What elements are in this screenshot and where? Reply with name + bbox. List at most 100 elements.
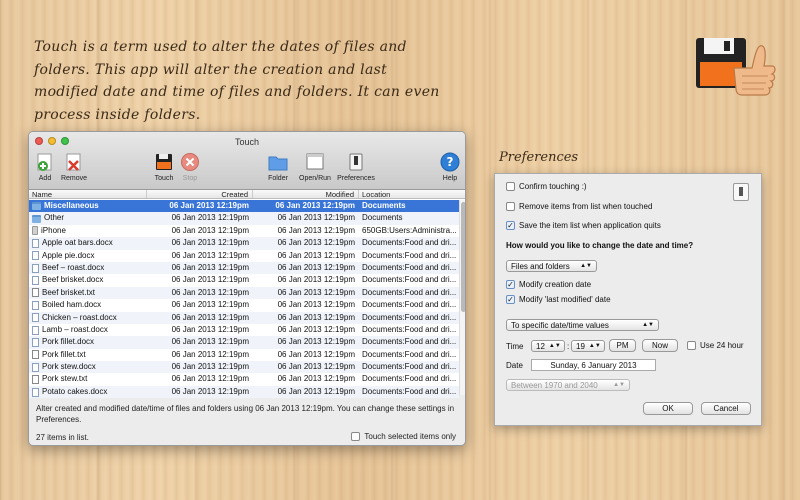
open-run-button[interactable]: Open/Run [295, 152, 335, 182]
cell-created: 06 Jan 2013 12:19pm [171, 250, 249, 260]
use-24-hour-checkbox[interactable]: Use 24 hour [687, 341, 744, 350]
cell-created: 06 Jan 2013 12:19pm [171, 362, 249, 372]
checkbox-box[interactable] [351, 432, 361, 441]
cell-location: Documents:Food and dri... [362, 300, 457, 310]
cell-name: Apple oat bars.docx [29, 237, 147, 249]
window-toolbar: Touch Add Remove Touch Stop Folder Open/… [29, 132, 465, 190]
remove-icon [64, 152, 84, 172]
table-row[interactable]: Pork stew.docx 06 Jan 2013 12:19pm 06 Jan … [29, 361, 459, 374]
table-row[interactable]: Pork fillet.txt 06 Jan 2013 12:19pm 06 Jan… [29, 349, 459, 361]
cell-location: Documents:Food and dri... [362, 386, 457, 396]
table-row[interactable]: Apple pie.docx 06 Jan 2013 12:19pm 06 Jan … [29, 250, 459, 262]
table-row[interactable]: Chicken – roast.docx 06 Jan 2013 12:19pm 0… [29, 311, 459, 324]
column-created[interactable]: Created [147, 190, 253, 199]
checkbox-box[interactable]: ✓ [506, 280, 515, 289]
cell-modified: 06 Jan 2013 12:19pm [277, 324, 355, 334]
column-modified[interactable]: Modified [253, 190, 359, 199]
table-row[interactable]: Beef brisket.docx 06 Jan 2013 12:19pm 06 J… [29, 274, 459, 286]
preferences-button[interactable]: Preferences [334, 152, 378, 182]
table-row[interactable]: Other 06 Jan 2013 12:19pm 06 Jan 2013 12:1… [29, 212, 459, 225]
table-row[interactable]: Potato cakes.docx 06 Jan 2013 12:19pm 06 J… [29, 385, 459, 399]
cell-location: Documents [362, 201, 406, 210]
preferences-heading: Preferences [499, 150, 579, 165]
date-field[interactable]: Sunday, 6 January 2013 [531, 359, 656, 371]
cell-created: 06 Jan 2013 12:19pm [171, 300, 249, 310]
confirm-touching-checkbox[interactable]: Confirm touching :) [506, 182, 587, 191]
cell-location: Documents:Food and dri... [362, 275, 457, 285]
target-popup[interactable]: Files and folders ▲▼ [506, 260, 597, 272]
minute-popup[interactable]: 19 ▲▼ [571, 340, 605, 352]
cell-name: Pork stew.docx [29, 361, 147, 373]
popup-arrows-icon: ▲▼ [548, 343, 561, 349]
table-row[interactable]: Lamb – roast.docx 06 Jan 2013 12:19pm 06 J… [29, 324, 459, 336]
folder-icon [268, 152, 288, 172]
ok-button[interactable]: OK [643, 402, 693, 415]
save-list-checkbox[interactable]: ✓ Save the item list when application qu… [506, 221, 661, 230]
range-popup[interactable]: Between 1970 and 2040 ▲▼ [506, 379, 630, 391]
cell-name: Miscellaneous [29, 200, 147, 212]
folder-icon [32, 202, 41, 211]
switch-icon [733, 183, 749, 201]
doc-icon [32, 276, 39, 286]
modify-modified-checkbox[interactable]: ✓ Modify 'last modified' date [506, 295, 611, 304]
table-row[interactable]: Boiled ham.docx 06 Jan 2013 12:19pm 06 Jan… [29, 299, 459, 311]
app-logo-icon [694, 34, 776, 104]
doc-icon [32, 263, 39, 273]
cell-created: 06 Jan 2013 12:19pm [169, 201, 249, 210]
doc-icon [32, 238, 39, 248]
ampm-button[interactable]: PM [609, 339, 636, 352]
list-header: Name Created Modified Location [29, 190, 465, 199]
cell-location: Documents [362, 213, 403, 223]
table-row[interactable]: Beef brisket.txt 06 Jan 2013 12:19pm 06 Ja… [29, 286, 459, 300]
now-button[interactable]: Now [642, 339, 678, 352]
stop-button[interactable]: Stop [172, 152, 208, 182]
modify-creation-checkbox[interactable]: ✓ Modify creation date [506, 280, 591, 289]
cell-modified: 06 Jan 2013 12:19pm [277, 225, 355, 235]
column-name[interactable]: Name [29, 190, 147, 199]
cell-name: Pork fillet.docx [29, 336, 147, 348]
time-separator: : [567, 342, 570, 351]
add-icon [35, 152, 55, 172]
list-scrollbar[interactable] [459, 200, 465, 395]
cancel-button[interactable]: Cancel [701, 402, 751, 415]
cell-created: 06 Jan 2013 12:19pm [171, 262, 249, 272]
popup-arrows-icon: ▲▼ [613, 382, 625, 388]
cell-name: Boiled ham.docx [29, 299, 147, 311]
file-list[interactable]: Name Created Modified Location Miscellan… [29, 190, 465, 399]
hour-popup[interactable]: 12 ▲▼ [531, 340, 565, 352]
touch-selected-only-checkbox[interactable]: Touch selected items only [351, 432, 456, 441]
doc-icon [32, 300, 39, 310]
checkbox-box[interactable] [506, 182, 515, 191]
cell-location: Documents:Food and dri... [362, 337, 457, 347]
cell-modified: 06 Jan 2013 12:19pm [277, 337, 355, 347]
checkbox-box[interactable]: ✓ [506, 295, 515, 304]
checkbox-box[interactable]: ✓ [506, 221, 515, 230]
checkbox-box[interactable] [687, 341, 696, 350]
table-row[interactable]: Pork fillet.docx 06 Jan 2013 12:19pm 06 Ja… [29, 336, 459, 349]
remove-items-checkbox[interactable]: Remove items from list when touched [506, 202, 652, 211]
doc-icon [32, 387, 39, 397]
promo-text: Touch is a term used to alter the dates … [34, 39, 440, 123]
checkbox-box[interactable] [506, 202, 515, 211]
mode-popup[interactable]: To specific date/time values ▲▼ [506, 319, 659, 331]
cell-location: Documents:Food and dri... [362, 312, 457, 322]
doc-icon [32, 251, 39, 261]
table-row[interactable]: Miscellaneous 06 Jan 2013 12:19pm 06 Jan 2… [29, 200, 459, 213]
table-row[interactable]: Pork stew.txt 06 Jan 2013 12:19pm 06 Jan 2… [29, 373, 459, 385]
table-row[interactable]: Apple oat bars.docx 06 Jan 2013 12:19pm 06… [29, 237, 459, 250]
svg-text:?: ? [447, 155, 454, 169]
table-row[interactable]: Beef – roast.docx 06 Jan 2013 12:19pm 06 J… [29, 261, 459, 275]
help-button[interactable]: ? Help [432, 152, 465, 182]
column-location[interactable]: Location [359, 190, 465, 199]
cell-modified: 06 Jan 2013 12:19pm [277, 287, 355, 297]
remove-button[interactable]: Remove [56, 152, 92, 182]
scroll-thumb[interactable] [461, 202, 465, 312]
folder-button[interactable]: Folder [260, 152, 296, 182]
cell-created: 06 Jan 2013 12:19pm [171, 275, 249, 285]
doc-icon [32, 313, 39, 323]
cell-created: 06 Jan 2013 12:19pm [171, 213, 249, 223]
table-row[interactable]: iPhone 06 Jan 2013 12:19pm 06 Jan 2013 12:… [29, 225, 459, 237]
cell-location: Documents:Food and dri... [362, 262, 457, 272]
iphone-icon [32, 226, 38, 236]
cell-name: Beef – roast.docx [29, 262, 147, 274]
